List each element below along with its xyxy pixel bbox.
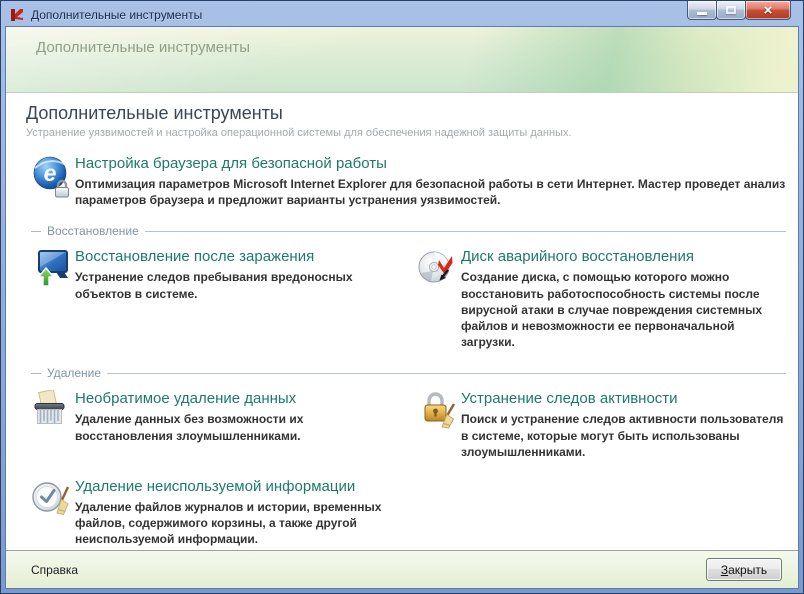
ie-browser-lock-icon: e: [31, 155, 71, 199]
tool-description: Удаление файлов журналов и истории, врем…: [75, 499, 382, 547]
tool-title[interactable]: Необратимое удаление данных: [75, 390, 403, 407]
maximize-icon: [726, 6, 736, 14]
tool-description: Оптимизация параметров Microsoft Interne…: [75, 177, 786, 208]
dialog-body: Дополнительные инструменты Дополнительны…: [5, 26, 799, 589]
tool-title[interactable]: Диск аварийного восстановления: [461, 248, 786, 265]
header-banner: Дополнительные инструменты: [6, 27, 798, 93]
rescue-disk-icon: [417, 248, 457, 292]
clock-broom-icon: [31, 478, 71, 522]
maximize-button[interactable]: [716, 1, 746, 20]
tool-description: Поиск и устранение следов активности пол…: [461, 412, 784, 459]
section-separator-restore: Восстановление: [31, 224, 786, 238]
restore-tools-grid: Восстановление после заражения Устранени…: [31, 248, 786, 350]
close-icon: ×: [763, 1, 773, 19]
footer-bar: Справка Закрыть: [6, 550, 798, 588]
section-separator-delete: Удаление: [31, 366, 786, 380]
tool-unused-data-cleaner[interactable]: Удаление неиспользуемой информации Удале…: [31, 478, 403, 548]
page-title: Дополнительные инструменты: [26, 103, 283, 123]
tool-title[interactable]: Устранение следов активности: [461, 390, 786, 407]
content-area: Дополнительные инструменты Устранение уя…: [6, 93, 798, 550]
tool-system-restore[interactable]: Восстановление после заражения Устранени…: [31, 248, 403, 350]
separator-line: [107, 372, 786, 374]
tool-title[interactable]: Удаление неиспользуемой информации: [75, 478, 403, 495]
tool-data-shredder[interactable]: Необратимое удаление данных Удаление дан…: [31, 389, 403, 460]
minimize-icon: [697, 11, 707, 15]
section-label: Восстановление: [47, 224, 139, 239]
window-title: Дополнительные инструменты: [31, 7, 203, 22]
lock-broom-icon: [417, 390, 457, 434]
close-dialog-button[interactable]: Закрыть: [706, 558, 782, 581]
separator-dash: [31, 230, 41, 232]
separator-dash: [31, 372, 41, 374]
caption-buttons: ×: [687, 1, 791, 20]
tool-description: Удаление данных без возможности их восст…: [75, 412, 304, 443]
tool-title[interactable]: Настройка браузера для безопасной работы: [75, 155, 786, 172]
page-subtitle: Устранение уязвимостей и настройка опера…: [26, 127, 572, 139]
window: Дополнительные инструменты × Дополнитель…: [0, 0, 804, 594]
delete-tools-grid: Необратимое удаление данных Удаление дан…: [31, 389, 786, 548]
tool-description: Устранение следов пребывания вредоносных…: [75, 270, 353, 301]
tool-privacy-cleaner[interactable]: Устранение следов активности Поиск и уст…: [417, 390, 786, 460]
monitor-restore-icon: [31, 248, 71, 292]
banner-title: Дополнительные инструменты: [36, 39, 251, 56]
minimize-button[interactable]: [687, 1, 717, 20]
section-label: Удаление: [47, 366, 102, 381]
help-link[interactable]: Справка: [31, 563, 78, 577]
svg-text:e: e: [44, 160, 57, 186]
titlebar[interactable]: Дополнительные инструменты: [5, 1, 799, 26]
kaspersky-app-icon: [9, 7, 25, 23]
separator-line: [144, 230, 786, 232]
shredder-icon: [31, 389, 71, 434]
tool-description: Создание диска, с помощью которого можно…: [461, 270, 763, 350]
tool-title[interactable]: Восстановление после заражения: [75, 248, 403, 265]
tool-browser-configuration[interactable]: e Настройка браузера для безопасной рабо…: [31, 155, 786, 208]
close-button-label: акрыть: [728, 562, 768, 577]
close-button[interactable]: ×: [745, 1, 791, 20]
tool-rescue-disk[interactable]: Диск аварийного восстановления Создание …: [417, 248, 786, 350]
